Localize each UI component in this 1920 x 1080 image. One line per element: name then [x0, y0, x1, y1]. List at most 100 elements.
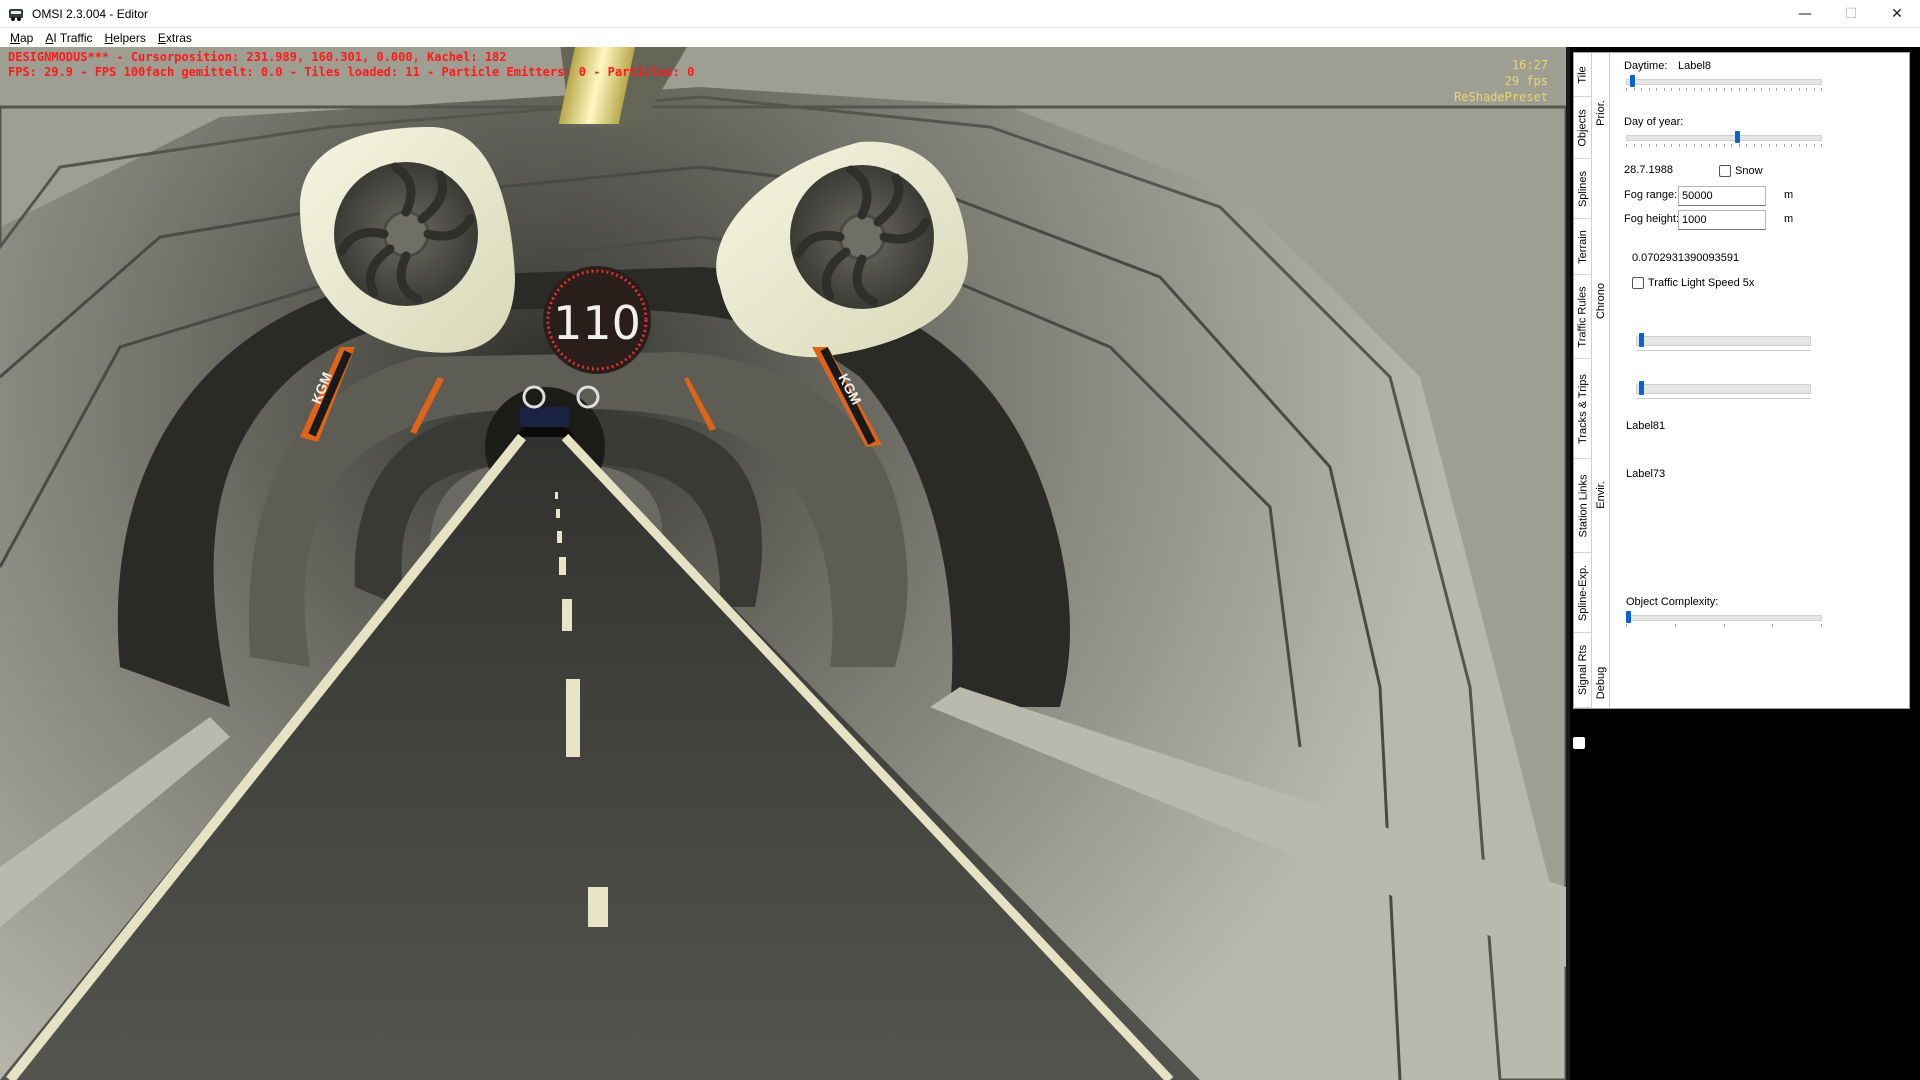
hud-clock: 16:27 — [1511, 58, 1548, 72]
slider-tick — [1784, 144, 1785, 147]
slider-tick — [1675, 624, 1676, 627]
slider-tick — [1664, 88, 1665, 91]
tab-debug[interactable]: Debug — [1592, 653, 1610, 713]
tab-tracks-trips[interactable]: Tracks & Trips — [1574, 359, 1592, 459]
slider-tick — [1634, 144, 1635, 147]
tab-station-links[interactable]: Station Links — [1574, 459, 1592, 553]
tab-signal-routes[interactable]: Signal Rts — [1574, 633, 1592, 708]
tab-spline-exp[interactable]: Spline-Exp. — [1574, 553, 1592, 633]
environment-slider-2[interactable] — [1636, 381, 1811, 399]
slider-tick — [1686, 88, 1687, 91]
slider-tick — [1656, 88, 1657, 91]
slider-tick — [1769, 144, 1770, 147]
environment-slider-1[interactable] — [1636, 333, 1811, 351]
fog-height-input[interactable] — [1678, 210, 1766, 230]
slider-tick — [1754, 144, 1755, 147]
label81: Label81 — [1626, 420, 1666, 432]
slider-tick — [1671, 144, 1672, 147]
tab-prior[interactable]: Prior. — [1592, 83, 1610, 143]
bus-app-icon — [8, 6, 24, 22]
sub-vertical-tabs: Prior. Chrono Envir. Debug — [1592, 53, 1610, 708]
slider-tick — [1626, 88, 1627, 91]
tab-objects[interactable]: Objects — [1574, 97, 1592, 159]
menu-helpers[interactable]: Helpers — [99, 31, 152, 45]
tab-tile[interactable]: Tile — [1574, 53, 1592, 97]
date-value: 28.7.1988 — [1624, 164, 1673, 176]
hud-fps-line: FPS: 29.9 - FPS 100fach gemittelt: 0.0 -… — [8, 65, 695, 79]
slider-tick — [1799, 144, 1800, 147]
day-of-year-slider[interactable] — [1626, 130, 1822, 148]
traffic-light-speed-checkbox[interactable] — [1632, 277, 1644, 289]
daytime-slider[interactable] — [1626, 74, 1822, 92]
slider-tick — [1814, 144, 1815, 147]
slider-tick — [1716, 144, 1717, 147]
slider-tick — [1791, 88, 1792, 91]
slider-tick — [1716, 88, 1717, 91]
slider-tick — [1626, 624, 1627, 627]
speed-limit-sign: 110 — [543, 266, 651, 374]
slider-tick — [1656, 144, 1657, 147]
panel-splitter[interactable] — [1566, 47, 1570, 1080]
slider-tick — [1739, 88, 1740, 91]
daytime-label: Daytime: — [1624, 60, 1668, 72]
slider-tick — [1746, 144, 1747, 147]
slider-tick — [1739, 144, 1740, 147]
slider-tick — [1731, 144, 1732, 147]
hud-reshade-preset: ReShadePreset — [1454, 90, 1548, 104]
slider-tick — [1769, 88, 1770, 91]
slider-tick — [1641, 88, 1642, 91]
slider-tick — [1776, 144, 1777, 147]
speed-limit-value: 110 — [553, 296, 641, 350]
slider-tick — [1701, 144, 1702, 147]
tab-splines[interactable]: Splines — [1574, 159, 1592, 219]
object-complexity-slider[interactable] — [1626, 610, 1822, 628]
slider-tick — [1709, 144, 1710, 147]
slider-tick — [1671, 88, 1672, 91]
slider-tick — [1814, 88, 1815, 91]
slider-tick — [1821, 144, 1822, 147]
menu-bar: Map AI Traffic Helpers Extras — [0, 28, 1920, 47]
envir-tab-content: Daytime: Label8 Day of year: 28.7.1988 S… — [1614, 53, 1909, 708]
slider-tick — [1761, 88, 1762, 91]
slider-tick — [1724, 144, 1725, 147]
panel-toggle-checkbox[interactable] — [1573, 737, 1585, 749]
snow-checkbox[interactable] — [1719, 165, 1731, 177]
traffic-light-speed-label: Traffic Light Speed 5x — [1648, 277, 1755, 289]
slider-tick — [1626, 144, 1627, 147]
tab-terrain[interactable]: Terrain — [1574, 219, 1592, 275]
window-title: OMSI 2.3.004 - Editor — [32, 6, 149, 21]
hud-fps: 29 fps — [1504, 74, 1548, 88]
environment-panel: Tile Objects Splines Terrain Traffic Rul… — [1573, 52, 1910, 709]
tab-traffic-rules[interactable]: Traffic Rules — [1574, 275, 1592, 359]
slider-tick — [1784, 88, 1785, 91]
slider-tick — [1649, 88, 1650, 91]
menu-ai-traffic[interactable]: AI Traffic — [39, 31, 98, 45]
window-controls: — ☐ ✕ — [1782, 0, 1920, 28]
slider-tick — [1821, 88, 1822, 91]
slider-tick — [1806, 88, 1807, 91]
fog-range-input[interactable] — [1678, 186, 1766, 206]
day-of-year-label: Day of year: — [1624, 116, 1684, 128]
slider-tick — [1679, 88, 1680, 91]
maximize-button[interactable]: ☐ — [1828, 0, 1874, 28]
slider-tick — [1799, 88, 1800, 91]
slider-tick — [1694, 88, 1695, 91]
fog-value-readout: 0.0702931390093591 — [1632, 252, 1740, 264]
tab-envir[interactable]: Envir. — [1592, 465, 1610, 525]
menu-map[interactable]: Map — [4, 31, 39, 45]
hud-right-info: 16:27 29 fps ReShadePreset — [1454, 57, 1548, 105]
title-bar: OMSI 2.3.004 - Editor — ☐ ✕ — [0, 0, 1920, 28]
main-vertical-tabs: Tile Objects Splines Terrain Traffic Rul… — [1574, 53, 1592, 708]
editor-3d-viewport[interactable]: 110 KGM KGM DESIGNMODUS*** - Cursorposit… — [0, 47, 1566, 1080]
close-button[interactable]: ✕ — [1874, 0, 1920, 28]
slider-tick — [1821, 624, 1822, 627]
fog-height-unit: m — [1784, 213, 1794, 225]
slider-tick — [1746, 88, 1747, 91]
menu-extras[interactable]: Extras — [152, 31, 198, 45]
tunnel-scene: 110 KGM KGM — [0, 47, 1566, 1080]
tab-chrono[interactable]: Chrono — [1592, 271, 1610, 331]
slider-tick — [1694, 144, 1695, 147]
slider-tick — [1731, 88, 1732, 91]
fog-range-label: Fog range: — [1624, 189, 1678, 201]
minimize-button[interactable]: — — [1782, 0, 1828, 28]
